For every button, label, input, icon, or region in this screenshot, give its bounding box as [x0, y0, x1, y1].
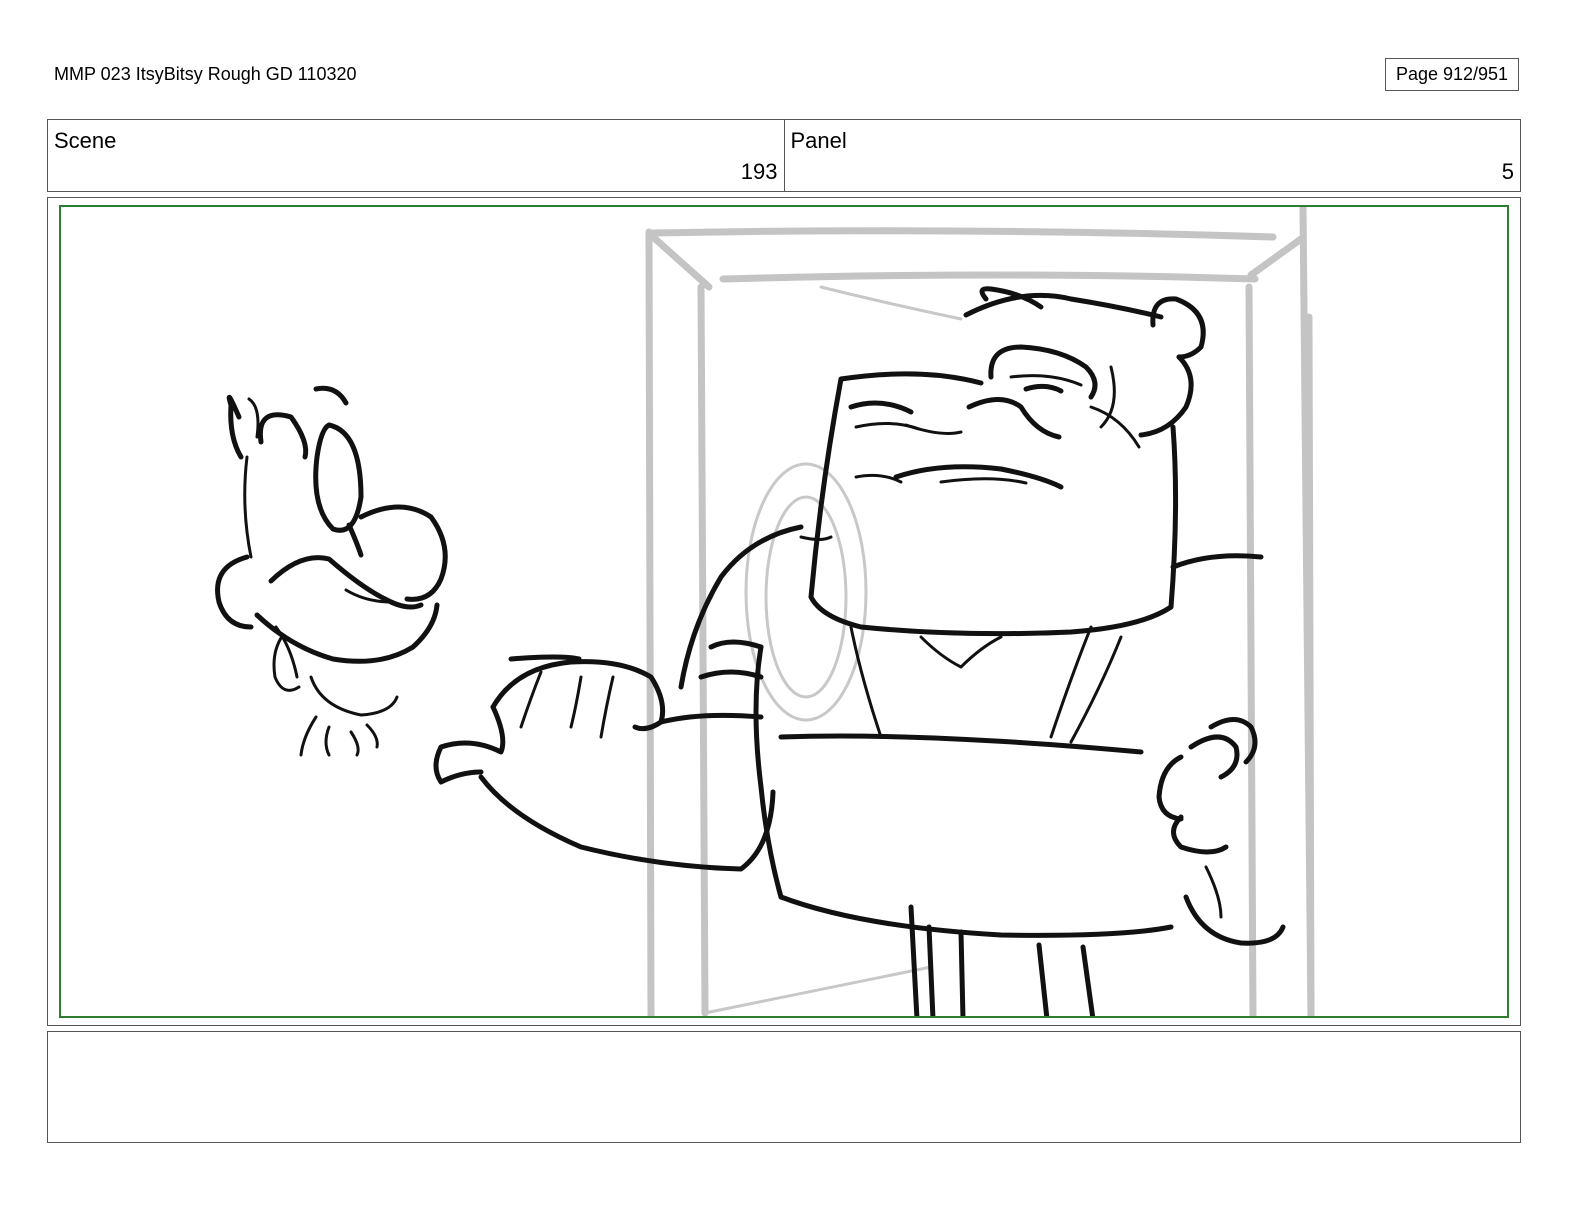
scene-cell: Scene 193: [48, 120, 784, 191]
panel-label: Panel: [790, 128, 847, 153]
document-title: MMP 023 ItsyBitsy Rough GD 110320: [54, 64, 357, 84]
panel-cell: Panel 5: [783, 120, 1521, 191]
storyboard-frame: [59, 205, 1509, 1018]
panel-number: 5: [1501, 159, 1514, 184]
storyboard-sketch: [215, 207, 1315, 1016]
doorway-rough: [645, 207, 1315, 1016]
small-character-sketch: [215, 385, 448, 757]
scene-label: Scene: [54, 128, 117, 153]
scene-number: 193: [740, 159, 778, 184]
page-number: Page 912/951: [1385, 58, 1519, 91]
notes-area: [47, 1031, 1521, 1143]
scene-panel-info: Scene 193 Panel 5: [47, 119, 1521, 192]
